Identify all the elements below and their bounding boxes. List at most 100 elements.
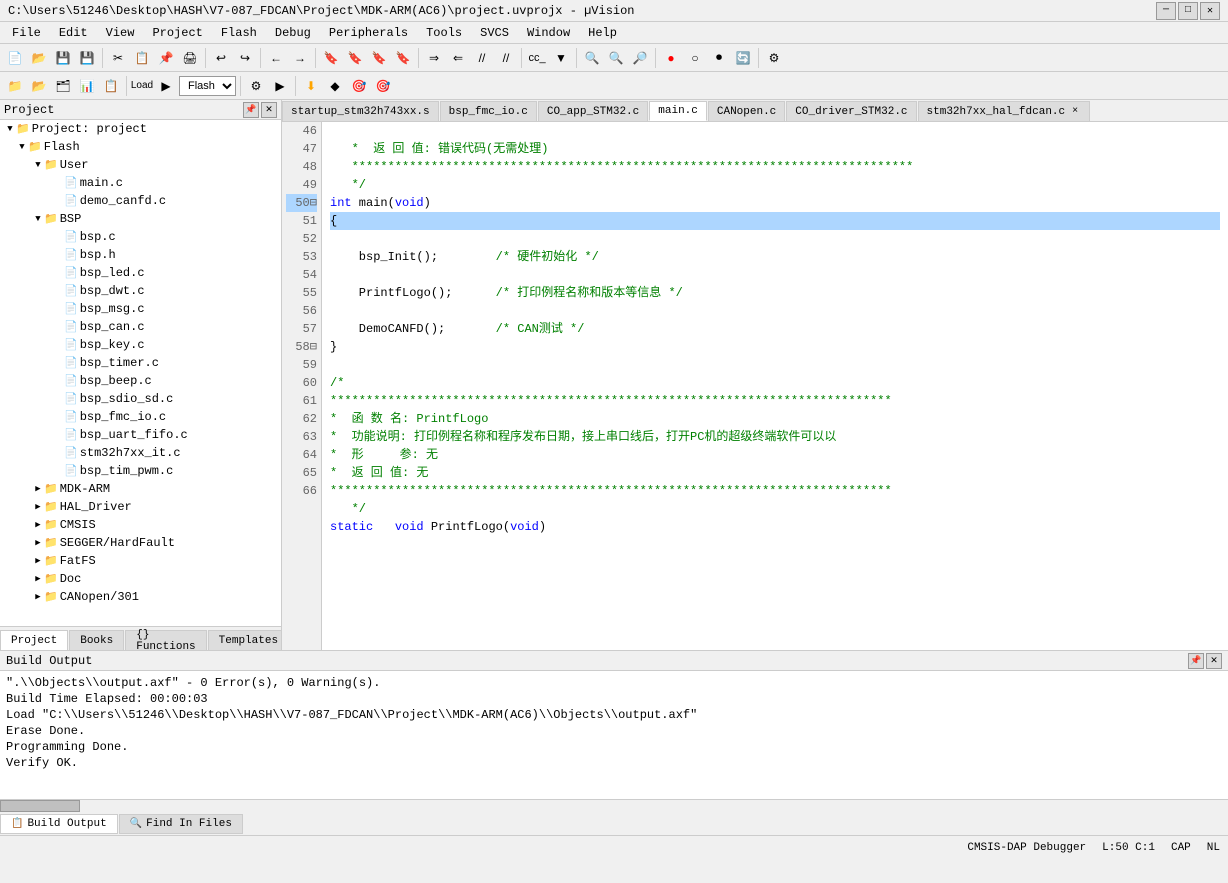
filter-button[interactable]: ▼ — [550, 47, 572, 69]
target2-button[interactable]: ◆ — [324, 75, 346, 97]
expand-root[interactable]: ▼ — [4, 124, 16, 134]
minimize-button[interactable]: ─ — [1156, 2, 1176, 20]
tree-item-demo-canfd[interactable]: ▶ 📄 demo_canfd.c — [0, 192, 281, 210]
nav-back-button[interactable]: ← — [265, 47, 287, 69]
tree-item-bsp-h[interactable]: 📄bsp.h — [0, 246, 281, 264]
build-output-close[interactable]: ✕ — [1206, 653, 1222, 669]
cc-button[interactable]: cc_ — [526, 47, 548, 69]
comment-button[interactable]: // — [471, 47, 493, 69]
bookmark3-button[interactable]: 🔖 — [368, 47, 390, 69]
tree-item-bsp-fmc[interactable]: 📄bsp_fmc_io.c — [0, 408, 281, 426]
project-pin-button[interactable]: 📌 — [243, 102, 259, 118]
code-content[interactable]: * 返 回 值: 错误代码(无需处理) ********************… — [322, 122, 1228, 650]
tab-stm32hal-close[interactable]: × — [1069, 106, 1081, 118]
flash-select[interactable]: Flash — [179, 76, 236, 96]
horizontal-scrollbar-thumb[interactable] — [0, 800, 80, 812]
tree-item-segger[interactable]: ▶ 📁 SEGGER/HardFault — [0, 534, 281, 552]
search2-button[interactable]: 🔍 — [605, 47, 627, 69]
open-button[interactable]: 📂 — [28, 47, 50, 69]
tree-item-doc[interactable]: ▶ 📁 Doc — [0, 570, 281, 588]
bookmark4-button[interactable]: 🔖 — [392, 47, 414, 69]
expand-bsp[interactable]: ▼ — [32, 214, 44, 224]
expand-canopen[interactable]: ▶ — [32, 592, 44, 602]
tree-item-bsp-msg[interactable]: 📄bsp_msg.c — [0, 300, 281, 318]
search1-button[interactable]: 🔍 — [581, 47, 603, 69]
tree-item-mdk-arm[interactable]: ▶ 📁 MDK-ARM — [0, 480, 281, 498]
menu-item-flash[interactable]: Flash — [213, 24, 265, 42]
tree-item-bsp-dwt[interactable]: 📄bsp_dwt.c — [0, 282, 281, 300]
menu-item-file[interactable]: File — [4, 24, 49, 42]
tree-item-bsp-timer[interactable]: 📄bsp_timer.c — [0, 354, 281, 372]
expand-flash[interactable]: ▼ — [16, 142, 28, 152]
gear-button[interactable]: ⚙ — [763, 47, 785, 69]
copy-button[interactable]: 📋 — [131, 47, 153, 69]
tree-item-bsp-uart[interactable]: 📄bsp_uart_fifo.c — [0, 426, 281, 444]
menu-item-help[interactable]: Help — [580, 24, 625, 42]
cut-button[interactable]: ✂ — [107, 47, 129, 69]
debug1-button[interactable]: ⏺ — [708, 47, 730, 69]
tree-item-bsp-led[interactable]: 📄bsp_led.c — [0, 264, 281, 282]
new-file-button[interactable]: 📄 — [4, 47, 26, 69]
tree-item-user[interactable]: ▼ 📁 User — [0, 156, 281, 174]
nav-fwd-button[interactable]: → — [289, 47, 311, 69]
expand-doc[interactable]: ▶ — [32, 574, 44, 584]
menu-item-tools[interactable]: Tools — [418, 24, 470, 42]
code-container[interactable]: 46 47 48 49 50⊟ 51 52 53 54 55 56 57 58⊟… — [282, 122, 1228, 650]
debug3-button[interactable]: ⚙ — [245, 75, 267, 97]
build-output-pin[interactable]: 📌 — [1188, 653, 1204, 669]
build-output-content[interactable]: ".\\Objects\\output.axf" - 0 Error(s), 0… — [0, 671, 1228, 799]
tree-item-bsp[interactable]: ▼ 📁 BSP — [0, 210, 281, 228]
menu-item-svcs[interactable]: SVCS — [472, 24, 517, 42]
build-output-scrollbar[interactable] — [0, 799, 1228, 811]
tab-startup[interactable]: startup_stm32h743xx.s — [282, 101, 439, 121]
tab-books[interactable]: Books — [69, 630, 124, 650]
tab-co-driver[interactable]: CO_driver_STM32.c — [786, 101, 916, 121]
tab-co-app[interactable]: CO_app_STM32.c — [538, 101, 648, 121]
tree-item-bsp-key[interactable]: 📄bsp_key.c — [0, 336, 281, 354]
expand-segger[interactable]: ▶ — [32, 538, 44, 548]
load-button[interactable]: Load — [131, 75, 153, 97]
menu-item-edit[interactable]: Edit — [51, 24, 96, 42]
paste-button[interactable]: 📌 — [155, 47, 177, 69]
target3-button[interactable]: 🎯 — [348, 75, 370, 97]
menu-item-project[interactable]: Project — [144, 24, 210, 42]
project4-button[interactable]: 📊 — [76, 75, 98, 97]
tab-bsp-fmc[interactable]: bsp_fmc_io.c — [440, 101, 537, 121]
expand-cmsis[interactable]: ▶ — [32, 520, 44, 530]
output-tab-build[interactable]: 📋 Build Output — [0, 814, 118, 834]
build-stop-button[interactable]: ● — [660, 47, 682, 69]
expand-mdk-arm[interactable]: ▶ — [32, 484, 44, 494]
download-button[interactable]: ⬇ — [300, 75, 322, 97]
tab-main[interactable]: main.c — [649, 101, 707, 121]
menu-item-peripherals[interactable]: Peripherals — [321, 24, 416, 42]
tree-item-bsp-c[interactable]: 📄bsp.c — [0, 228, 281, 246]
undo-button[interactable]: ↩ — [210, 47, 232, 69]
tree-item-hal-driver[interactable]: ▶ 📁 HAL_Driver — [0, 498, 281, 516]
save-button[interactable]: 💾 — [52, 47, 74, 69]
outdent-button[interactable]: ⇐ — [447, 47, 469, 69]
tree-item-stm32-it[interactable]: 📄stm32h7xx_it.c — [0, 444, 281, 462]
menu-item-debug[interactable]: Debug — [267, 24, 319, 42]
uncomment-button[interactable]: // — [495, 47, 517, 69]
tree-item-main-c[interactable]: ▶ 📄 main.c — [0, 174, 281, 192]
target1-button[interactable]: ▶ — [155, 75, 177, 97]
tab-canopen[interactable]: CANopen.c — [708, 101, 785, 121]
tree-item-fatfs[interactable]: ▶ 📁 FatFS — [0, 552, 281, 570]
tab-project[interactable]: Project — [0, 630, 68, 650]
tree-item-canopen[interactable]: ▶ 📁 CANopen/301 — [0, 588, 281, 606]
bookmark1-button[interactable]: 🔖 — [320, 47, 342, 69]
tree-item-bsp-pwm[interactable]: 📄bsp_tim_pwm.c — [0, 462, 281, 480]
menu-item-view[interactable]: View — [98, 24, 143, 42]
project-close-button[interactable]: ✕ — [261, 102, 277, 118]
redo-button[interactable]: ↪ — [234, 47, 256, 69]
expand-hal-driver[interactable]: ▶ — [32, 502, 44, 512]
project2-button[interactable]: 📂 — [28, 75, 50, 97]
expand-fatfs[interactable]: ▶ — [32, 556, 44, 566]
indent-button[interactable]: ⇒ — [423, 47, 445, 69]
tab-stm32hal[interactable]: stm32h7xx_hal_fdcan.c × — [918, 101, 1091, 121]
debug4-button[interactable]: ▶ — [269, 75, 291, 97]
debug2-button[interactable]: 🔄 — [732, 47, 754, 69]
search3-button[interactable]: 🔎 — [629, 47, 651, 69]
project5-button[interactable]: 📋 — [100, 75, 122, 97]
maximize-button[interactable]: □ — [1178, 2, 1198, 20]
